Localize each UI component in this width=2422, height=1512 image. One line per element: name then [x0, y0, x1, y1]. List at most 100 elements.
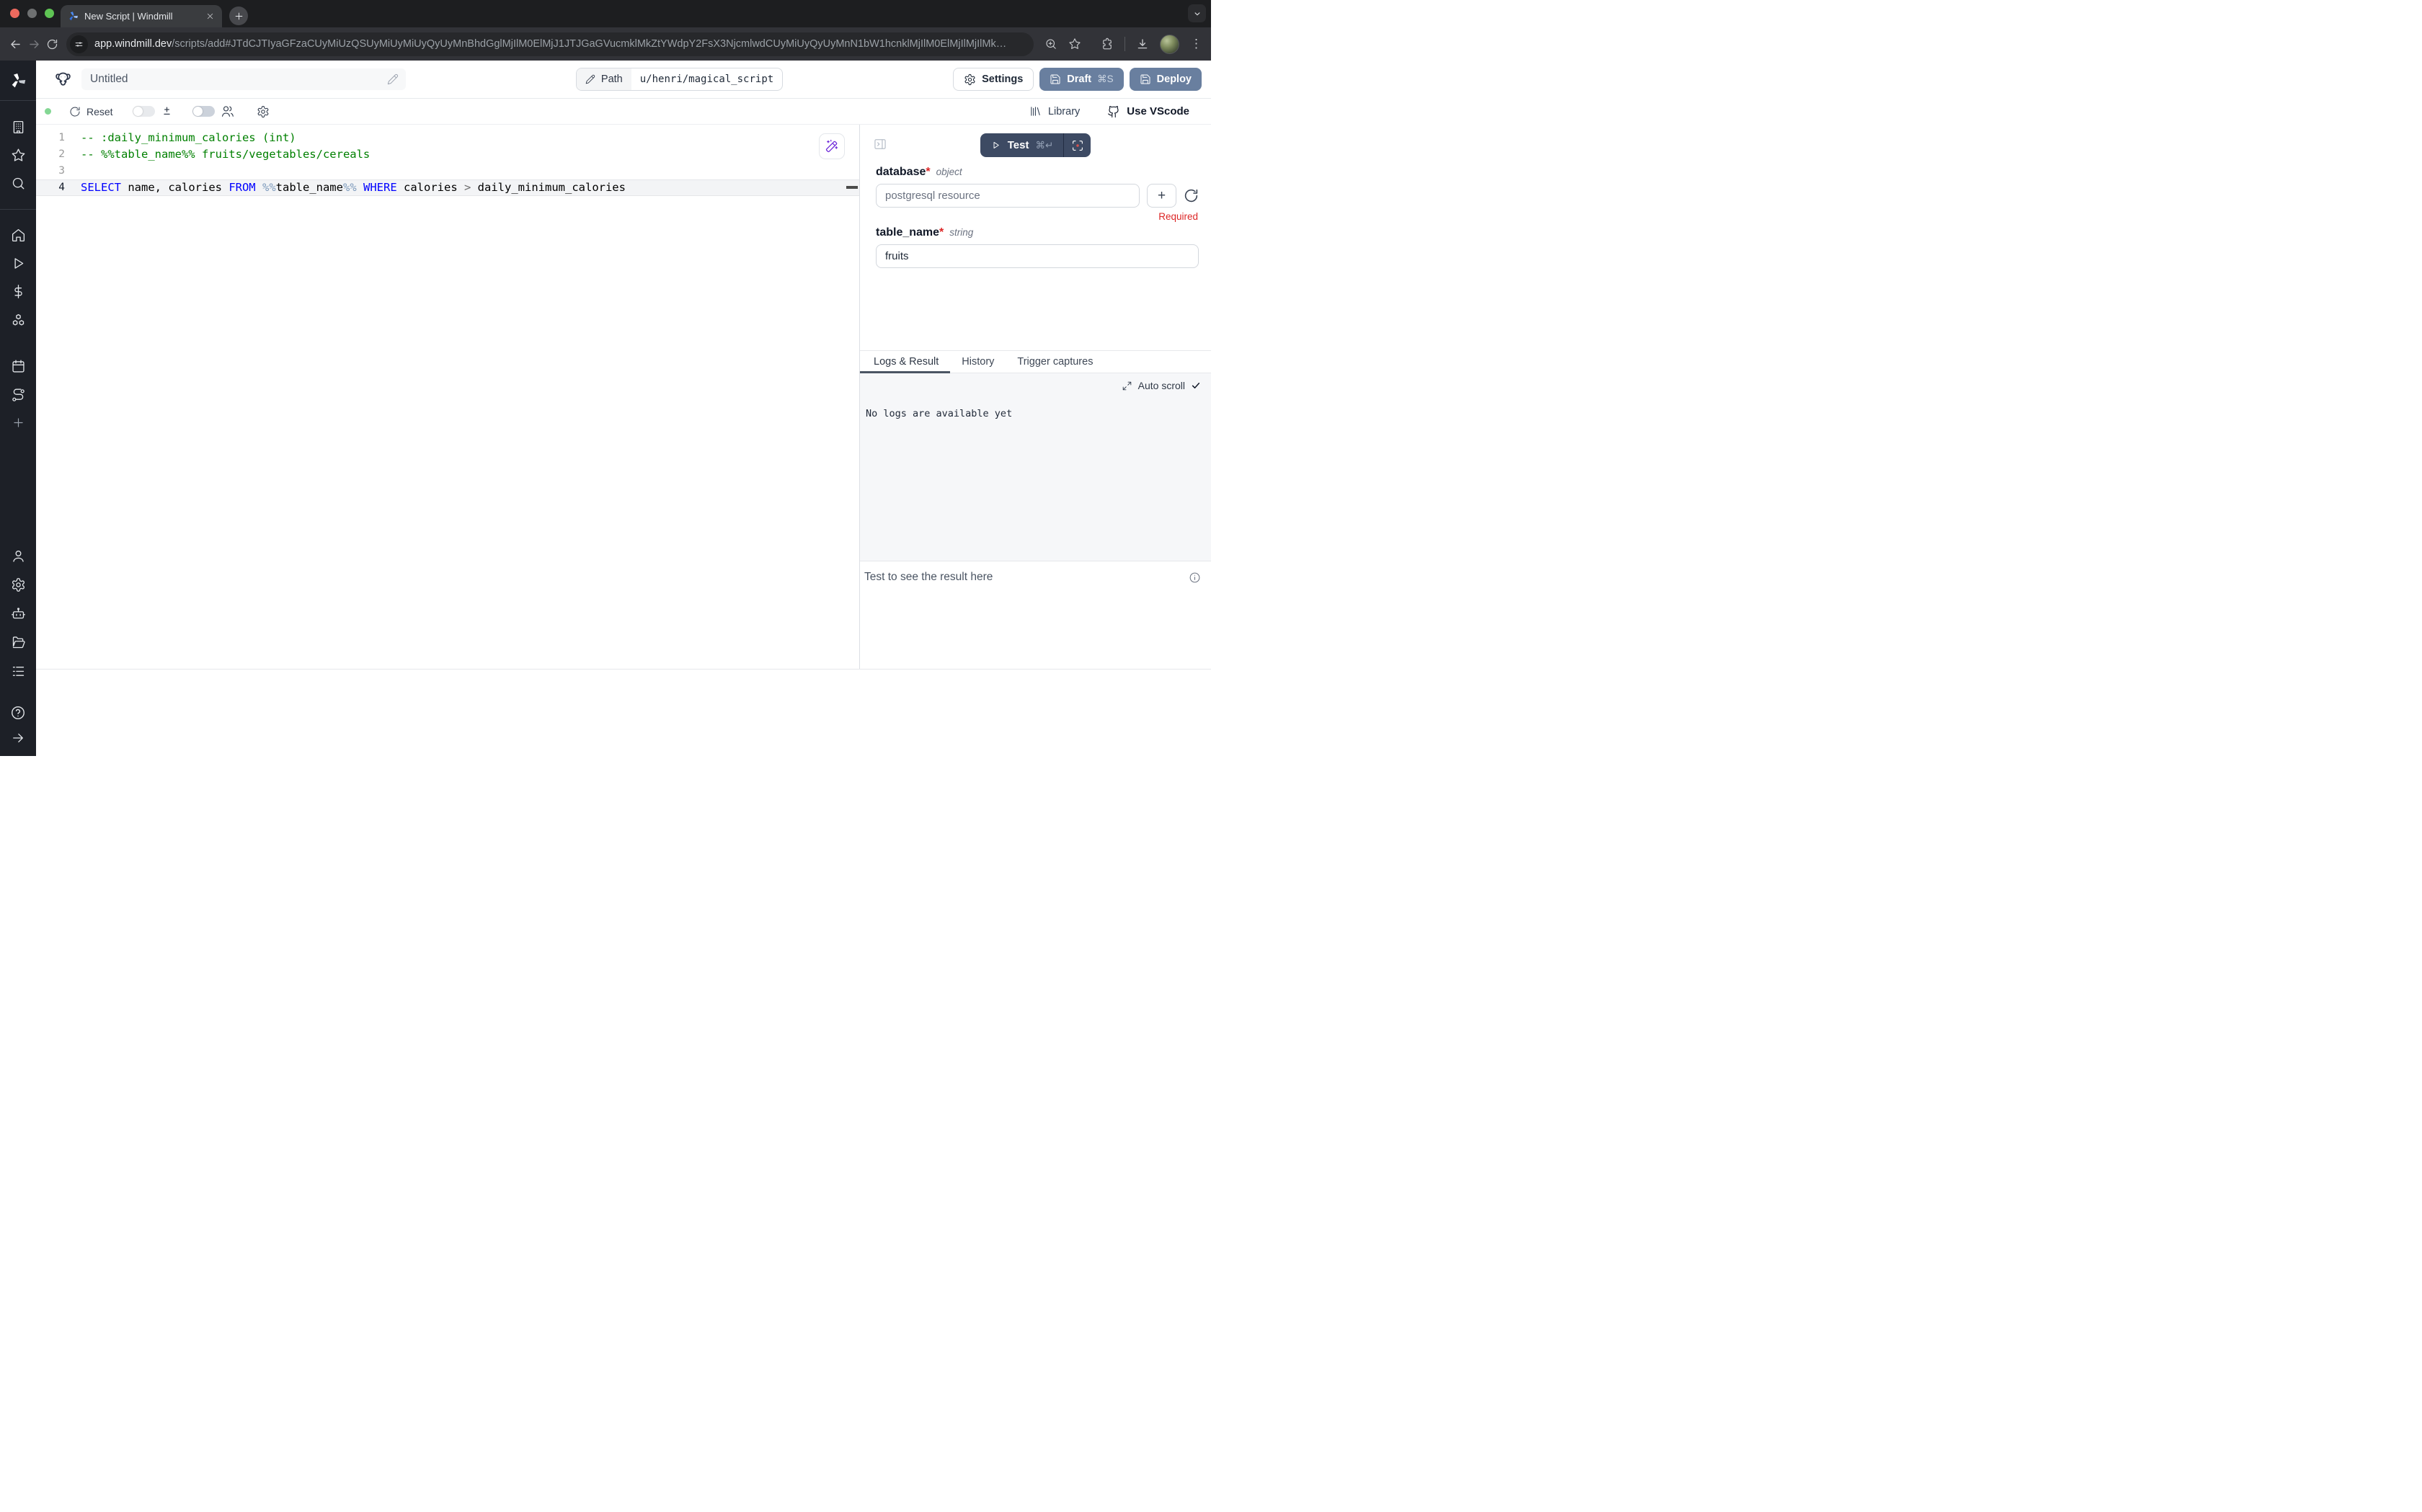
menu-dots-icon[interactable]: ⋮	[1190, 37, 1202, 51]
plus-icon	[234, 11, 244, 22]
autoscroll-control[interactable]: Auto scroll	[864, 380, 1201, 391]
draft-label: Draft	[1067, 74, 1091, 85]
script-title-input[interactable]	[81, 68, 406, 90]
pencil-icon	[585, 74, 595, 84]
user-icon	[11, 548, 26, 564]
autoscroll-label: Auto scroll	[1138, 380, 1185, 391]
settings-button[interactable]: Settings	[953, 68, 1034, 91]
refresh-button[interactable]	[1184, 188, 1199, 203]
zoom-window-button[interactable]	[45, 9, 54, 18]
magic-wand-icon	[825, 139, 839, 154]
sidebar-item-create[interactable]	[12, 416, 25, 430]
folder-open-icon	[11, 635, 26, 650]
multiplayer-toggle[interactable]	[192, 106, 215, 117]
field-type: string	[949, 227, 973, 238]
right-panel: Test ⌘↵ database*	[860, 125, 1211, 669]
close-window-button[interactable]	[10, 9, 19, 18]
minimize-window-button[interactable]	[27, 9, 37, 18]
extensions-icon[interactable]	[1101, 37, 1114, 50]
windmill-logo[interactable]	[0, 61, 36, 100]
sidebar-item-search[interactable]	[11, 176, 26, 191]
sidebar-item-settings[interactable]	[11, 577, 26, 592]
library-button[interactable]: Library	[1029, 105, 1080, 117]
tab-close-icon[interactable]	[205, 12, 215, 21]
download-icon[interactable]	[1136, 37, 1149, 50]
test-button[interactable]: Test ⌘↵	[980, 133, 1064, 157]
code-line[interactable]: 2-- %%table_name%% fruits/vegetables/cer…	[36, 146, 859, 163]
editor-settings-button[interactable]	[257, 105, 270, 118]
reload-button[interactable]	[46, 38, 58, 50]
site-settings-icon[interactable]	[70, 35, 88, 53]
forward-button[interactable]	[27, 37, 41, 51]
code-editor[interactable]: 1-- :daily_minimum_calories (int)2-- %%t…	[36, 125, 860, 669]
info-icon[interactable]	[1189, 572, 1201, 584]
new-tab-button[interactable]	[229, 6, 248, 25]
field-database: database* object + Required	[876, 166, 1199, 222]
code-line[interactable]: 1-- :daily_minimum_calories (int)	[36, 130, 859, 146]
use-vscode-button[interactable]: Use VScode	[1107, 105, 1189, 118]
deploy-button[interactable]: Deploy	[1130, 68, 1202, 91]
sidebar-item-favorites[interactable]	[11, 148, 26, 163]
sidebar-item-workspace[interactable]	[11, 120, 26, 135]
sidebar-item-folders[interactable]	[11, 635, 26, 650]
sidebar-item-logs[interactable]	[11, 664, 26, 679]
header-buttons: Settings Draft ⌘S Deploy	[953, 68, 1202, 91]
required-star: *	[939, 226, 944, 239]
table-name-input[interactable]	[876, 244, 1199, 268]
ai-assistant-button[interactable]	[819, 133, 845, 159]
home-icon	[11, 228, 26, 243]
sidebar-item-triggers[interactable]	[11, 388, 26, 403]
capture-test-button[interactable]	[1064, 133, 1091, 157]
profile-avatar[interactable]	[1160, 35, 1179, 54]
library-icon	[1029, 105, 1042, 117]
field-type: object	[936, 166, 962, 177]
collapse-panel-button[interactable]	[873, 137, 887, 151]
tab-search-button[interactable]	[1188, 4, 1206, 22]
draft-button[interactable]: Draft ⌘S	[1039, 68, 1123, 91]
library-label: Library	[1048, 106, 1080, 117]
database-input[interactable]	[876, 184, 1140, 208]
sidebar-item-runs[interactable]	[11, 256, 26, 271]
url-path: /scripts/add#JTdCJTIyaGFzaCUyMiUzQSUyMiU…	[172, 38, 1006, 50]
code-line[interactable]: 3	[36, 163, 859, 179]
url-domain: app.windmill.dev	[94, 38, 172, 50]
dollar-icon	[11, 284, 26, 299]
users-icon	[221, 104, 234, 118]
sidebar-divider	[0, 100, 36, 101]
zoom-icon[interactable]	[1044, 37, 1057, 50]
tab-logs-result[interactable]: Logs & Result	[860, 351, 950, 373]
sidebar-item-workers[interactable]	[11, 606, 26, 621]
add-resource-button[interactable]: +	[1147, 184, 1176, 208]
tab-history[interactable]: History	[950, 351, 1006, 373]
settings-label: Settings	[982, 74, 1023, 85]
tab-trigger-captures[interactable]: Trigger captures	[1006, 351, 1104, 373]
required-star: *	[926, 166, 930, 178]
sidebar-item-home[interactable]	[11, 228, 26, 243]
maximize-icon[interactable]	[1122, 381, 1132, 391]
diff-toggle[interactable]	[133, 106, 155, 117]
sidebar-item-users[interactable]	[11, 548, 26, 564]
sidebar-item-help[interactable]	[10, 705, 26, 721]
sidebar-expand[interactable]	[11, 731, 25, 745]
browser-tab[interactable]: New Script | Windmill	[61, 5, 222, 27]
panel-top-row: Test ⌘↵	[860, 133, 1211, 157]
browser-tab-strip: New Script | Windmill	[0, 0, 1211, 27]
sidebar-item-schedules[interactable]	[11, 359, 26, 374]
reset-button[interactable]: Reset	[69, 106, 113, 117]
path-chip[interactable]: Path u/henri/magical_script	[576, 68, 783, 91]
pencil-icon[interactable]	[387, 74, 399, 85]
test-label: Test	[1008, 139, 1029, 151]
screen: New Script | Windmill app.windmill.dev/s…	[0, 0, 1211, 756]
line-number: 4	[36, 179, 81, 196]
window-controls[interactable]	[10, 9, 54, 18]
vscode-label: Use VScode	[1127, 105, 1189, 117]
editor-split: 1-- :daily_minimum_calories (int)2-- %%t…	[36, 125, 1211, 670]
sidebar-item-variables[interactable]	[11, 284, 26, 299]
back-button[interactable]	[9, 37, 22, 51]
sidebar-item-resources[interactable]	[11, 313, 26, 328]
address-bar[interactable]: app.windmill.dev/scripts/add#JTdCJTIyaGF…	[66, 32, 1034, 56]
line-number: 3	[36, 163, 81, 179]
code-line[interactable]: 4SELECT name, calories FROM %%table_name…	[36, 179, 859, 196]
result-pane: Test to see the result here	[860, 561, 1211, 669]
bookmark-star-icon[interactable]	[1068, 37, 1081, 50]
